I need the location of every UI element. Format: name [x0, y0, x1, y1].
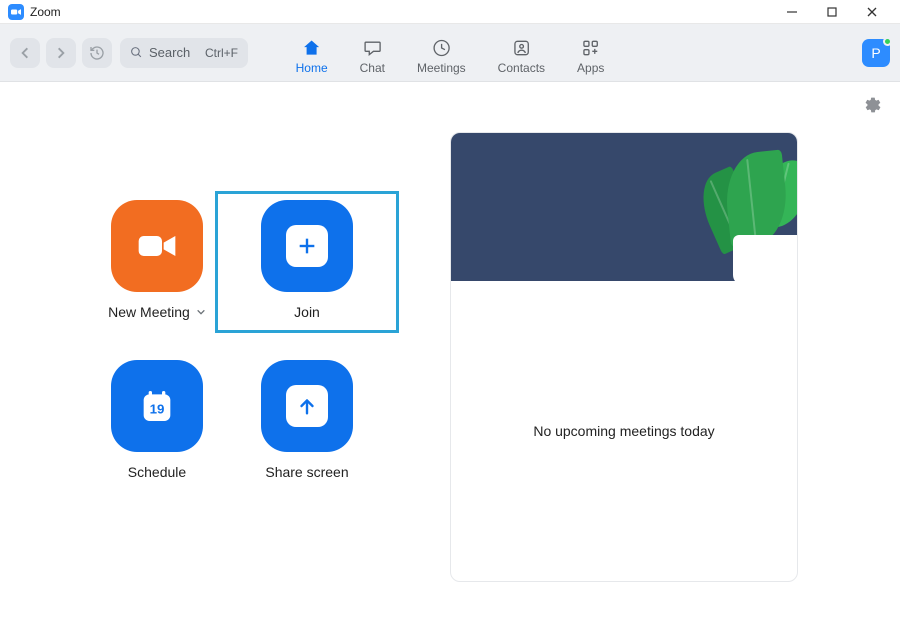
- history-button[interactable]: [82, 38, 112, 68]
- panel-body: No upcoming meetings today: [451, 281, 797, 581]
- camera-icon: [137, 226, 177, 266]
- share-screen-label: Share screen: [265, 464, 348, 480]
- chat-icon: [361, 37, 383, 59]
- tab-label: Chat: [360, 61, 385, 75]
- tab-apps[interactable]: Apps: [577, 37, 604, 75]
- search-icon: [130, 46, 143, 59]
- close-button[interactable]: [852, 1, 892, 23]
- nav-tabs: Home Chat Meetings Contacts Apps: [296, 24, 605, 81]
- chevron-down-icon: [196, 304, 206, 320]
- panel-banner: [451, 133, 797, 281]
- new-meeting-button[interactable]: [111, 200, 203, 292]
- app-icon: [8, 4, 24, 20]
- search-placeholder: Search: [149, 45, 190, 60]
- plant-decoration: [722, 150, 791, 248]
- home-icon: [301, 37, 323, 59]
- schedule-button[interactable]: 19: [111, 360, 203, 452]
- new-meeting-label[interactable]: New Meeting: [108, 304, 206, 320]
- action-new-meeting: New Meeting: [82, 200, 232, 320]
- window-title: Zoom: [30, 5, 61, 19]
- tab-meetings[interactable]: Meetings: [417, 37, 466, 75]
- presence-indicator: [883, 37, 892, 46]
- forward-button[interactable]: [46, 38, 76, 68]
- tab-label: Meetings: [417, 61, 466, 75]
- content-area: New Meeting Join 19: [0, 82, 900, 641]
- arrow-up-icon: [286, 385, 328, 427]
- back-button[interactable]: [10, 38, 40, 68]
- meetings-panel: No upcoming meetings today: [450, 132, 798, 582]
- apps-icon: [580, 37, 602, 59]
- action-share-screen: Share screen: [232, 360, 382, 480]
- plant-decoration: [733, 235, 797, 281]
- profile-avatar[interactable]: P: [862, 39, 890, 67]
- contacts-icon: [510, 37, 532, 59]
- toolbar: Search Ctrl+F Home Chat Meetings Conta: [0, 24, 900, 82]
- tab-home[interactable]: Home: [296, 37, 328, 75]
- tab-label: Home: [296, 61, 328, 75]
- empty-meetings-text: No upcoming meetings today: [533, 423, 714, 439]
- action-join: Join: [215, 191, 399, 333]
- svg-text:19: 19: [150, 402, 165, 417]
- settings-button[interactable]: [864, 96, 882, 119]
- actions-grid: New Meeting Join 19: [82, 200, 382, 480]
- maximize-button[interactable]: [812, 1, 852, 23]
- tab-contacts[interactable]: Contacts: [498, 37, 545, 75]
- join-button[interactable]: [261, 200, 353, 292]
- calendar-icon: 19: [137, 386, 177, 426]
- minimize-button[interactable]: [772, 1, 812, 23]
- tab-chat[interactable]: Chat: [360, 37, 385, 75]
- avatar-letter: P: [871, 45, 880, 61]
- schedule-label: Schedule: [128, 464, 186, 480]
- action-schedule: 19 Schedule: [82, 360, 232, 480]
- tab-label: Contacts: [498, 61, 545, 75]
- tab-label: Apps: [577, 61, 604, 75]
- search-input[interactable]: Search Ctrl+F: [120, 38, 248, 68]
- gear-icon: [864, 96, 882, 114]
- plus-icon: [286, 225, 328, 267]
- titlebar: Zoom: [0, 0, 900, 24]
- join-label: Join: [294, 304, 320, 320]
- clock-icon: [430, 37, 452, 59]
- search-shortcut: Ctrl+F: [205, 46, 238, 60]
- share-screen-button[interactable]: [261, 360, 353, 452]
